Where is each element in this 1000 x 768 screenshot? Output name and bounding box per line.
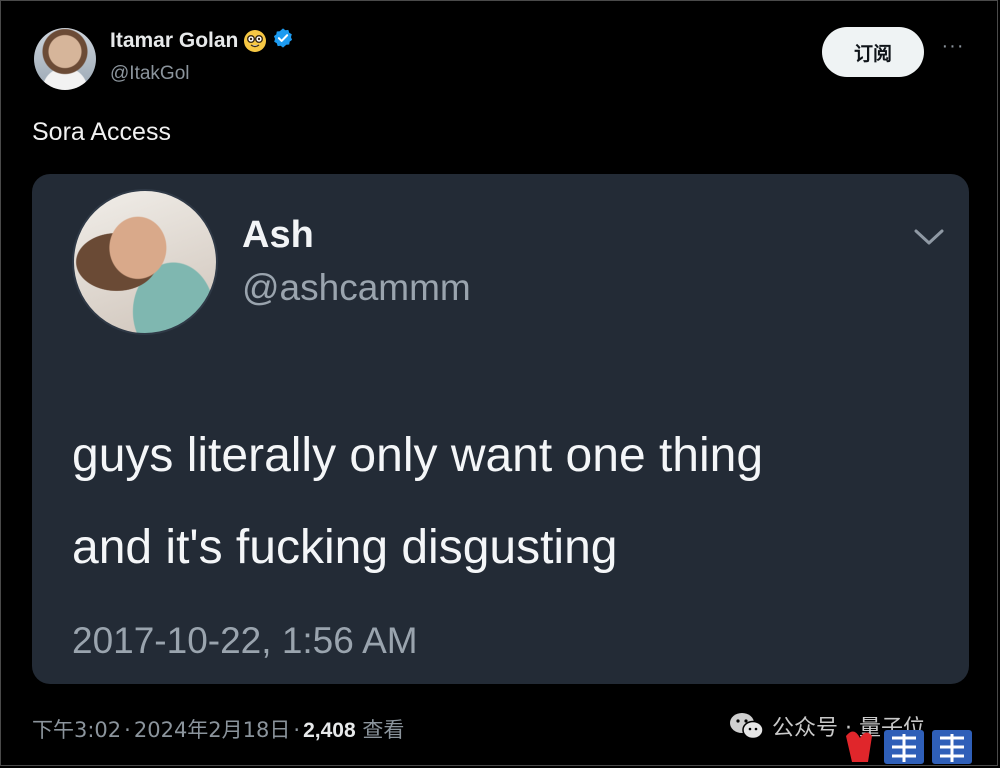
view-label: 查看 [362,718,405,742]
tweet-date[interactable]: 2024年2月18日 [134,718,291,742]
view-count: 2,408 [303,719,356,742]
separator-dot: · [124,718,131,742]
wechat-icon [730,713,764,740]
author-name-row: Itamar Golan [110,27,294,54]
quoted-body-line-2: and it's fucking disgusting [72,521,618,574]
author-avatar[interactable] [34,28,96,90]
chevron-down-icon [914,229,944,245]
qbitai-logo [846,730,972,764]
separator-dot: · [293,718,301,742]
tweet-meta: 下午3:02 · 2024年2月18日 · 2,408 查看 [32,714,404,744]
tweet-text: Sora Access [32,118,171,146]
verified-badge-icon [272,27,294,54]
tweet-time[interactable]: 下午3:02 [32,718,121,742]
subscribe-button[interactable]: 订阅 [822,27,924,77]
quoted-handle: @ashcammm [242,267,471,308]
quoted-avatar [72,189,218,335]
quoted-body-line-1: guys literally only want one thing [72,429,764,482]
author-handle[interactable]: @ItakGol [110,63,189,85]
more-options-icon[interactable]: ··· [938,36,968,62]
quoted-name: Ash [242,214,314,256]
quoted-timestamp: 2017-10-22, 1:56 AM [72,620,418,661]
quoted-screenshot-image[interactable]: Ash @ashcammm guys literally only want o… [32,174,969,684]
quoted-body: guys literally only want one thing and i… [72,410,942,594]
author-display-name[interactable]: Itamar Golan [110,29,238,53]
nerd-face-icon [244,29,267,52]
